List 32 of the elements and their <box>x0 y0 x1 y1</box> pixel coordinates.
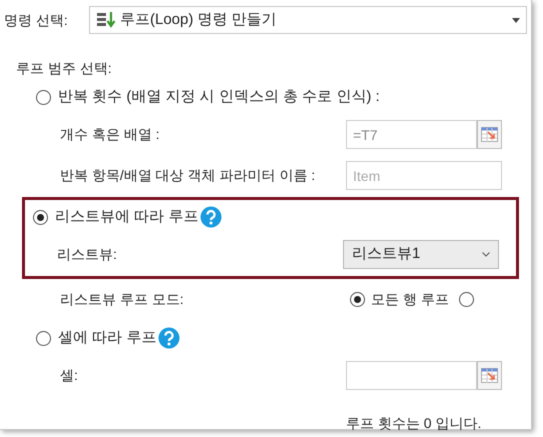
field-label: 개수 혹은 배열 : <box>60 125 161 144</box>
field-label: 리스트뷰 루프 모드: <box>60 290 185 309</box>
field-label: 반복 항목/배열 대상 객체 파라미터 이름 : <box>60 166 316 185</box>
radio-button[interactable] <box>350 292 365 307</box>
range-picker-button[interactable] <box>477 120 502 149</box>
help-icon[interactable] <box>200 206 222 228</box>
radio-button[interactable] <box>36 90 51 104</box>
table-arrow-icon <box>481 127 498 142</box>
chevron-down-icon <box>482 252 490 257</box>
option-label: 리스트뷰에 따라 루프 <box>55 206 198 227</box>
radio-button[interactable] <box>33 210 48 224</box>
option-label: 반복 횟수 (배열 지정 시 인덱스의 총 수로 인식) : <box>58 86 380 107</box>
help-icon[interactable] <box>158 327 180 349</box>
listview-dropdown[interactable]: 리스트뷰1 <box>343 240 499 269</box>
command-value: 루프(Loop) 명령 만들기 <box>120 10 278 30</box>
loop-count-text: 루프 횟수는 0 입니다. <box>346 414 482 433</box>
category-label: 루프 범주 선택: <box>16 59 112 78</box>
range-input-field[interactable] <box>346 361 477 390</box>
command-dropdown[interactable]: 루프(Loop) 명령 만들기 <box>89 6 527 34</box>
command-label: 명령 선택: <box>4 10 69 30</box>
field-label: 셀: <box>60 366 79 385</box>
dropdown-arrow-icon <box>512 18 520 22</box>
input-field[interactable]: Item <box>346 161 502 190</box>
field-label: 리스트뷰: <box>57 245 118 264</box>
radio-button[interactable] <box>36 330 51 346</box>
loop-list-icon <box>96 11 116 29</box>
range-picker-button[interactable] <box>477 361 502 390</box>
radio-label: 모든 행 루프 <box>371 290 449 309</box>
option-label: 셀에 따라 루프 <box>58 328 156 348</box>
range-input-field[interactable]: =T7 <box>346 120 477 149</box>
table-arrow-icon <box>481 368 498 383</box>
radio-button[interactable] <box>458 292 474 307</box>
